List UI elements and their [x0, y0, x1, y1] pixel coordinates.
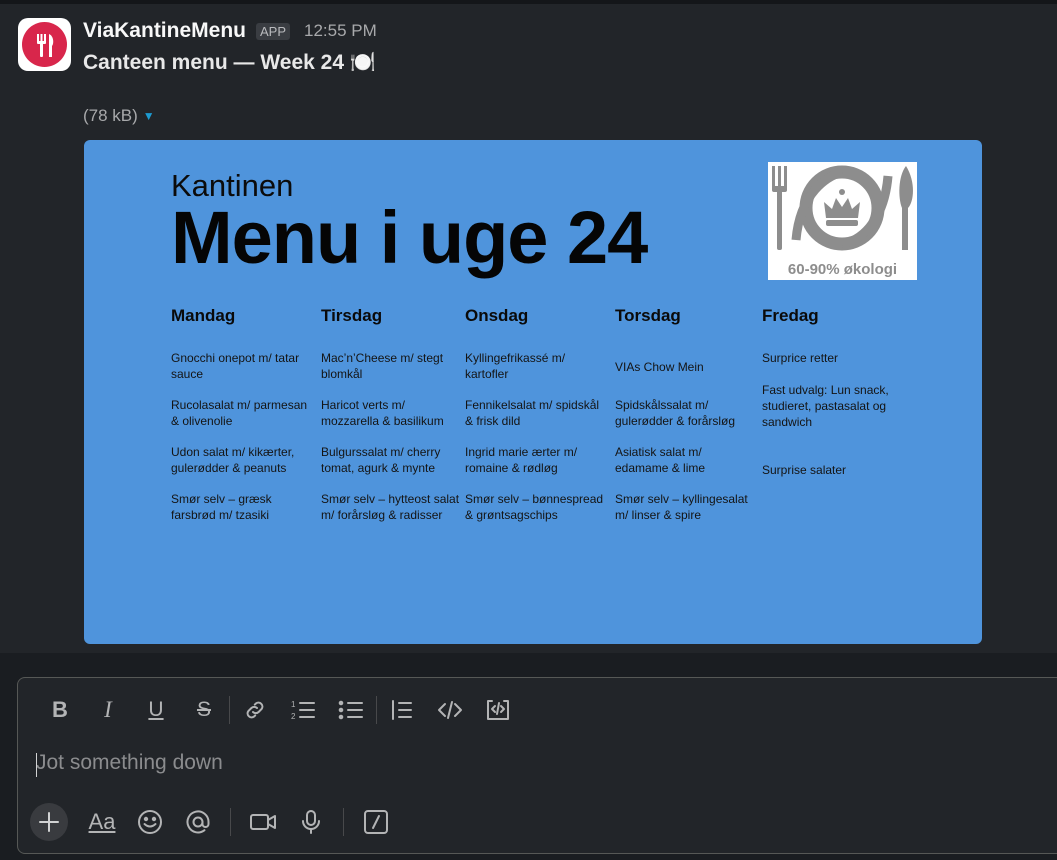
code-block-icon	[487, 700, 509, 720]
link-icon	[246, 701, 264, 719]
day-name: Tirsdag	[321, 306, 383, 325]
file-size-toggle[interactable]: (78 kB) ▼	[83, 106, 155, 126]
bold-icon: B	[52, 697, 68, 722]
emoji-icon	[138, 810, 162, 834]
bold-button[interactable]: B	[36, 696, 84, 724]
dish-item: Udon salat m/ kikærter, gulerødder & pea…	[171, 445, 295, 475]
toolbar-divider	[376, 696, 377, 724]
ordered-list-button[interactable]: 1 2	[279, 696, 327, 724]
dish-item: Spidskålssalat m/ gulerødder & forårsløg	[615, 398, 736, 428]
day-name: Torsdag	[615, 306, 681, 325]
day-name: Mandag	[171, 306, 236, 325]
underline-button[interactable]: U	[132, 696, 180, 724]
message-input-area[interactable]	[36, 751, 936, 777]
toolbar-divider	[343, 808, 344, 836]
svg-text:1: 1	[291, 700, 296, 709]
dish-item: Fennikelsalat m/ spidskål & frisk dild	[465, 398, 600, 428]
day-column-friday: Fredag Surprice retter Fast udvalg: Lun …	[762, 306, 897, 493]
microphone-icon	[302, 810, 320, 834]
bulleted-list-button[interactable]	[327, 696, 375, 724]
dish-item: Surprice retter	[762, 351, 839, 365]
toolbar-divider	[229, 696, 230, 724]
formatting-toolbar: B I U S 1 2	[36, 696, 522, 724]
italic-button[interactable]: I	[84, 696, 132, 724]
dish-item: Smør selv – kyllingesalat m/ linser & sp…	[615, 492, 748, 522]
mention-button[interactable]	[174, 807, 222, 837]
day-column-monday: Mandag Gnocchi onepot m/ tatar sauce Ruc…	[171, 306, 316, 538]
strikethrough-button[interactable]: S	[180, 696, 228, 724]
text-format-button[interactable]: Aa	[78, 807, 126, 837]
code-button[interactable]	[426, 696, 474, 724]
attach-button[interactable]	[30, 803, 68, 841]
dish-item: Haricot verts m/ mozzarella & basilikum	[321, 398, 444, 428]
video-button[interactable]	[239, 807, 287, 837]
bulleted-list-icon	[338, 700, 363, 720]
plus-icon	[39, 812, 59, 832]
dish-item: Surprise salater	[762, 463, 847, 477]
message-timestamp[interactable]: 12:55 PM	[304, 21, 377, 41]
message-composer: B I U S 1 2 Jot something down Aa	[17, 677, 1057, 854]
code-icon	[438, 701, 462, 719]
organic-label-logo: 60-90% økologi	[768, 162, 917, 280]
menu-title: Menu i uge 24	[171, 196, 648, 279]
dish-item: Kyllingefrikassé m/ kartofler	[465, 351, 566, 381]
strikethrough-icon: S	[196, 698, 211, 721]
link-button[interactable]	[231, 696, 279, 724]
message-header: ViaKantineMenu APP 12:55 PM	[83, 19, 377, 43]
composer-actions: Aa	[30, 803, 400, 841]
app-avatar[interactable]	[18, 18, 71, 71]
menu-image-attachment[interactable]: Kantinen Menu i uge 24 60-90% økologi Ma…	[84, 140, 982, 644]
toolbar-divider	[230, 808, 231, 836]
dish-item: Smør selv – bønnespread & grøntsagschips	[465, 492, 604, 522]
message-text: Canteen menu — Week 24 🍽️	[83, 51, 377, 74]
dish-item: Bulgurssalat m/ cherry tomat, agurk & my…	[321, 445, 441, 475]
dish-item: Asiatisk salat m/ edamame & lime	[615, 445, 706, 475]
slash-command-icon	[364, 810, 388, 834]
cutlery-icon	[22, 22, 67, 67]
svg-text:2: 2	[291, 712, 296, 721]
app-badge: APP	[255, 22, 290, 40]
dish-item: Fast udvalg: Lun snack, studieret, pasta…	[762, 383, 889, 429]
dish-item: Smør selv – græsk farsbrød m/ tzasiki	[171, 492, 272, 522]
file-size-label: (78 kB)	[83, 106, 138, 125]
dish-item: Ingrid marie ærter m/ romaine & rødløg	[465, 445, 578, 475]
dish-item: VIAs Chow Mein	[615, 360, 704, 374]
day-name: Fredag	[762, 306, 819, 325]
dish-item: Gnocchi onepot m/ tatar sauce	[171, 351, 300, 381]
code-block-button[interactable]	[474, 696, 522, 724]
message-container: ViaKantineMenu APP 12:55 PM Canteen menu…	[0, 4, 1057, 653]
organic-label-text: 60-90% økologi	[768, 260, 917, 280]
ordered-list-icon: 1 2	[291, 700, 315, 721]
blockquote-icon	[392, 700, 412, 720]
day-name: Onsdag	[465, 306, 529, 325]
day-column-wednesday: Onsdag Kyllingefrikassé m/ kartofler Fen…	[465, 306, 605, 538]
organic-emblem-icon	[772, 165, 913, 251]
message-input[interactable]	[36, 751, 936, 775]
blockquote-button[interactable]	[378, 696, 426, 724]
sender-name[interactable]: ViaKantineMenu	[83, 19, 246, 43]
italic-icon: I	[104, 697, 112, 722]
day-column-thursday: Torsdag VIAs Chow Mein Spidskålssalat m/…	[615, 306, 755, 538]
day-column-tuesday: Tirsdag Mac’n’Cheese m/ stegt blomkål Ha…	[321, 306, 461, 538]
caret-down-icon: ▼	[142, 109, 155, 123]
dish-item: Mac’n’Cheese m/ stegt blomkål	[321, 351, 444, 381]
text-cursor	[36, 753, 37, 777]
microphone-button[interactable]	[287, 807, 335, 837]
underline-icon: U	[148, 698, 164, 721]
emoji-button[interactable]	[126, 807, 174, 837]
dish-item: Rucolasalat m/ parmesan & olivenolie	[171, 398, 308, 428]
mention-icon	[186, 810, 210, 834]
video-icon	[250, 814, 276, 830]
dish-item: Smør selv – hytteost salat m/ forårsløg …	[321, 492, 460, 522]
slash-command-button[interactable]	[352, 807, 400, 837]
text-format-icon: Aa	[88, 809, 116, 834]
